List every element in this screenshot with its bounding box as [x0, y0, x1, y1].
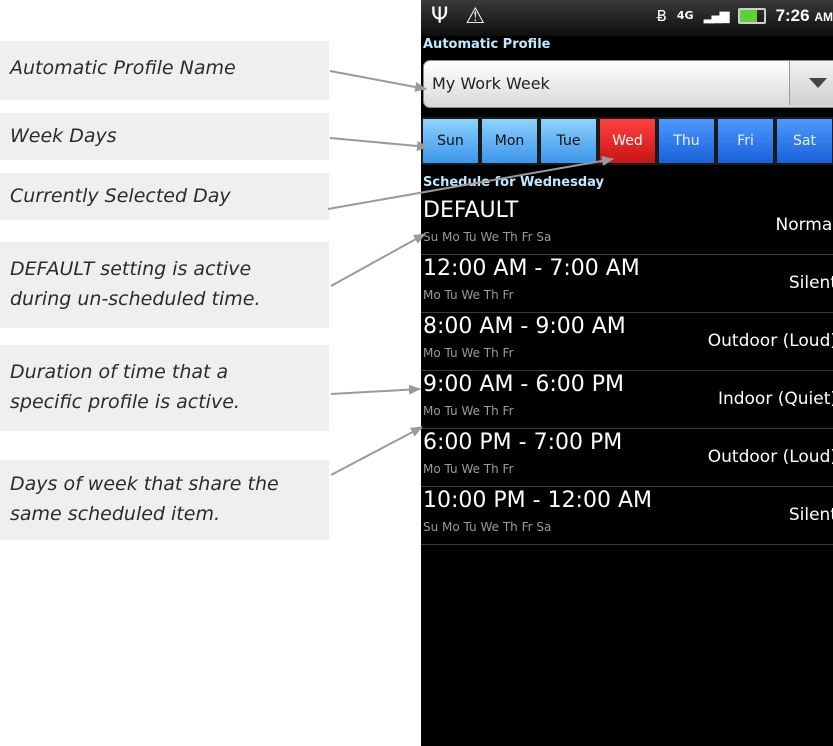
clock: 7:26 AM: [776, 6, 833, 26]
app-title: Automatic Profile: [423, 37, 551, 52]
warning-icon: ⚠: [465, 4, 486, 29]
schedule-time: 6:00 PM - 7:00 PM: [423, 430, 623, 455]
schedule-days: Mo Tu We Th Fr: [423, 462, 514, 476]
schedule-time: 12:00 AM - 7:00 AM: [423, 256, 640, 281]
callout-text: Automatic Profile Name: [10, 57, 236, 79]
callout-text: Duration of time that a: [10, 361, 229, 383]
callout-text: Currently Selected Day: [10, 185, 231, 207]
callout-week-days: Week Days: [0, 113, 329, 160]
schedule-profile: Normal: [775, 215, 833, 235]
callout-text: Days of week that share the: [10, 473, 279, 495]
schedule-time: 8:00 AM - 9:00 AM: [423, 314, 626, 339]
day-tab-sat[interactable]: Sat: [775, 117, 833, 165]
week-days-bar: Sun Mon Tue Wed Thu Fri Sat: [421, 117, 833, 165]
callout-text: specific profile is active.: [10, 391, 240, 413]
schedule-profile: Outdoor (Loud): [707, 447, 833, 467]
arrow-default-setting: [330, 233, 426, 287]
callout-text: same scheduled item.: [10, 503, 220, 525]
schedule-profile: Silent: [788, 273, 833, 293]
arrow-profile-name: [329, 70, 427, 92]
status-right: Ƀ 4G ▂▄▆ 7:26 AM: [657, 6, 833, 26]
schedule-row[interactable]: 9:00 AM - 6:00 PM Mo Tu We Th Fr Indoor …: [421, 371, 833, 429]
schedule-profile: Outdoor (Loud): [707, 331, 833, 351]
callout-shared-days: Days of week that share the same schedul…: [0, 460, 329, 540]
callout-profile-name: Automatic Profile Name: [0, 41, 329, 100]
callout-text: DEFAULT setting is active: [10, 258, 252, 280]
arrow-duration: [330, 384, 421, 395]
schedule-time: 9:00 AM - 6:00 PM: [423, 372, 624, 397]
day-tab-sun[interactable]: Sun: [421, 117, 480, 165]
schedule-days: Su Mo Tu We Th Fr Sa: [423, 230, 552, 244]
day-tab-mon[interactable]: Mon: [480, 117, 539, 165]
chevron-down-icon: [808, 78, 827, 88]
schedule-days: Mo Tu We Th Fr: [423, 404, 514, 418]
schedule-days: Su Mo Tu We Th Fr Sa: [423, 520, 552, 534]
status-left: Ψ ⚠: [431, 4, 495, 29]
day-tab-tue[interactable]: Tue: [539, 117, 598, 165]
callout-text: during un-scheduled time.: [10, 288, 261, 310]
callout-duration: Duration of time that a specific profile…: [0, 345, 329, 431]
schedule-time: 10:00 PM - 12:00 AM: [423, 488, 652, 513]
day-tab-fri[interactable]: Fri: [716, 117, 775, 165]
schedule-title: Schedule for Wednesday: [423, 175, 604, 190]
signal-icon: ▂▄▆: [703, 8, 730, 24]
callout-default-setting: DEFAULT setting is active during un-sche…: [0, 242, 329, 328]
status-bar: Ψ ⚠ Ƀ 4G ▂▄▆ 7:26 AM: [421, 0, 833, 36]
profile-dropdown[interactable]: My Work Week: [423, 60, 833, 108]
day-tab-thu[interactable]: Thu: [657, 117, 716, 165]
schedule-row[interactable]: 8:00 AM - 9:00 AM Mo Tu We Th Fr Outdoor…: [421, 313, 833, 371]
schedule-days: Mo Tu We Th Fr: [423, 288, 514, 302]
arrow-week-days: [329, 137, 429, 151]
schedule-profile: Indoor (Quiet): [717, 389, 833, 409]
schedule-days: Mo Tu We Th Fr: [423, 346, 514, 360]
schedule-row[interactable]: 6:00 PM - 7:00 PM Mo Tu We Th Fr Outdoor…: [421, 429, 833, 487]
callout-selected-day: Currently Selected Day: [0, 173, 329, 220]
battery-icon: [737, 8, 766, 24]
profile-name: My Work Week: [432, 74, 550, 93]
bluetooth-icon: Ƀ: [656, 7, 667, 25]
schedule-time: DEFAULT: [423, 198, 519, 223]
dropdown-button[interactable]: [789, 61, 833, 105]
schedule-row-default[interactable]: DEFAULT Su Mo Tu We Th Fr Sa Normal: [421, 197, 833, 255]
callout-text: Week Days: [10, 125, 117, 147]
clock-ampm: AM: [814, 10, 833, 24]
schedule-row[interactable]: 10:00 PM - 12:00 AM Su Mo Tu We Th Fr Sa…: [421, 487, 833, 545]
clock-time: 7:26: [775, 6, 810, 25]
arrow-shared-days: [330, 426, 423, 476]
usb-icon: Ψ: [431, 4, 449, 29]
schedule-profile: Silent: [788, 505, 833, 525]
schedule-row[interactable]: 12:00 AM - 7:00 AM Mo Tu We Th Fr Silent: [421, 255, 833, 313]
day-tab-wed[interactable]: Wed: [598, 117, 657, 165]
network-4g-icon: 4G: [676, 9, 694, 22]
phone-screen: Ψ ⚠ Ƀ 4G ▂▄▆ 7:26 AM Automatic Profile M…: [421, 0, 833, 746]
